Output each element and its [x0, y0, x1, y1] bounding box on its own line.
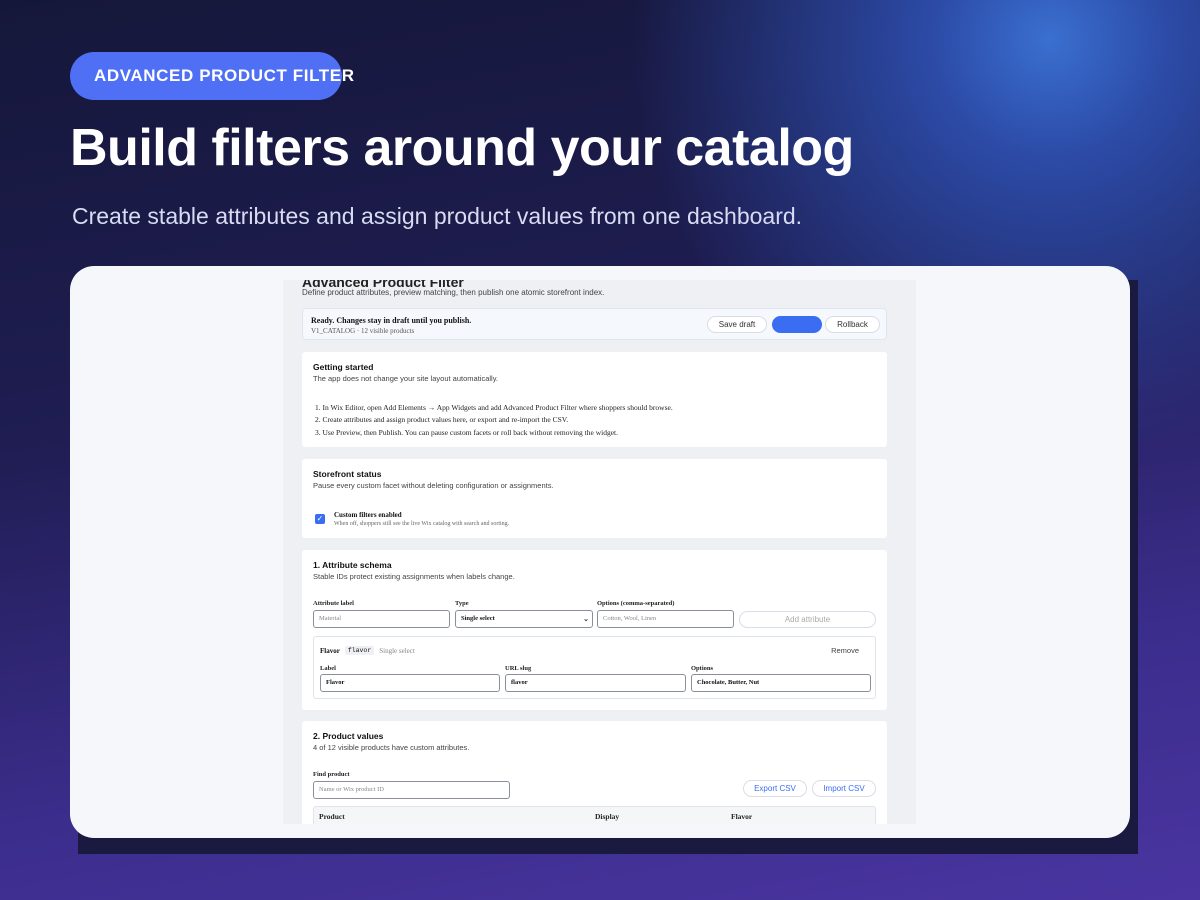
attribute-label-field-label: Attribute label — [313, 600, 354, 607]
save-draft-button[interactable]: Save draft — [707, 316, 767, 333]
product-values-title: 2. Product values — [313, 731, 384, 741]
attribute-card-flavor: Flavor flavor Single select Remove Label… — [313, 636, 876, 699]
status-bar: Ready. Changes stay in draft until you p… — [302, 308, 887, 340]
custom-filters-label: Custom filters enabled — [334, 511, 402, 519]
attribute-name: Flavor — [320, 646, 340, 655]
storefront-status-description: Pause every custom facet without deletin… — [313, 481, 554, 490]
product-values-panel: 2. Product values 4 of 12 visible produc… — [302, 721, 887, 824]
rollback-button[interactable]: Rollback — [825, 316, 880, 333]
url-slug-field-label: URL slug — [505, 665, 532, 672]
export-csv-button[interactable]: Export CSV — [743, 780, 807, 797]
column-header-flavor: Flavor — [731, 812, 753, 821]
type-field-label: Type — [455, 600, 469, 607]
options-value-field-label: Options — [691, 665, 714, 672]
app-description: Define product attributes, preview match… — [302, 288, 605, 297]
options-field-label: Options (comma-separated) — [597, 600, 675, 607]
find-product-input[interactable]: Name or Wix product ID — [313, 781, 510, 799]
add-attribute-button[interactable]: Add attribute — [739, 611, 876, 628]
type-select[interactable]: Single select ⌄ — [455, 610, 593, 628]
label-field-label: Label — [320, 665, 336, 672]
catalog-meta: V1_CATALOG · 12 visible products — [311, 327, 415, 335]
find-product-label: Find product — [313, 771, 350, 778]
getting-started-description: The app does not change your site layout… — [313, 374, 498, 383]
storefront-status-title: Storefront status — [313, 469, 382, 479]
getting-started-title: Getting started — [313, 362, 374, 372]
attribute-type: Single select — [379, 646, 415, 655]
product-badge: ADVANCED PRODUCT FILTER — [70, 52, 354, 100]
url-slug-input[interactable]: flavor — [505, 674, 686, 692]
screenshot-card: Advanced Product Filter Define product a… — [70, 266, 1130, 838]
step-item: 2. Create attributes and assign product … — [315, 415, 569, 424]
options-input[interactable]: Cotton, Wool, Linen — [597, 610, 734, 628]
options-value-input[interactable]: Chocolate, Butter, Nut — [691, 674, 871, 692]
attribute-schema-title: 1. Attribute schema — [313, 560, 392, 570]
attribute-label-value-input[interactable]: Flavor — [320, 674, 500, 692]
custom-filters-hint: When off, shoppers still see the live Wi… — [334, 521, 510, 527]
custom-filters-checkbox[interactable]: ✓ — [315, 514, 325, 524]
hero-subtitle: Create stable attributes and assign prod… — [72, 203, 803, 229]
product-values-description: 4 of 12 visible products have custom att… — [313, 743, 470, 752]
getting-started-panel: Getting started The app does not change … — [302, 352, 887, 447]
type-select-value: Single select — [461, 615, 495, 622]
hero-title: Build filters around your catalog — [70, 119, 854, 177]
storefront-status-panel: Storefront status Pause every custom fac… — [302, 459, 887, 538]
attribute-slug-chip: flavor — [344, 646, 375, 655]
product-table-header: Product Display Flavor — [313, 806, 876, 824]
publish-button[interactable]: Publish — [772, 316, 822, 333]
status-message: Ready. Changes stay in draft until you p… — [311, 316, 472, 325]
import-csv-button[interactable]: Import CSV — [812, 780, 876, 797]
column-header-product: Product — [319, 812, 345, 821]
attribute-schema-description: Stable IDs protect existing assignments … — [313, 572, 515, 581]
attribute-schema-panel: 1. Attribute schema Stable IDs protect e… — [302, 550, 887, 710]
step-item: 1. In Wix Editor, open Add Elements → Ap… — [315, 403, 673, 412]
column-header-display: Display — [595, 812, 620, 821]
app-dashboard: Advanced Product Filter Define product a… — [283, 280, 916, 824]
attribute-label-input[interactable]: Material — [313, 610, 450, 628]
step-item: 3. Use Preview, then Publish. You can pa… — [315, 428, 619, 437]
chevron-down-icon: ⌄ — [583, 615, 589, 623]
remove-attribute-button[interactable]: Remove — [831, 646, 859, 655]
